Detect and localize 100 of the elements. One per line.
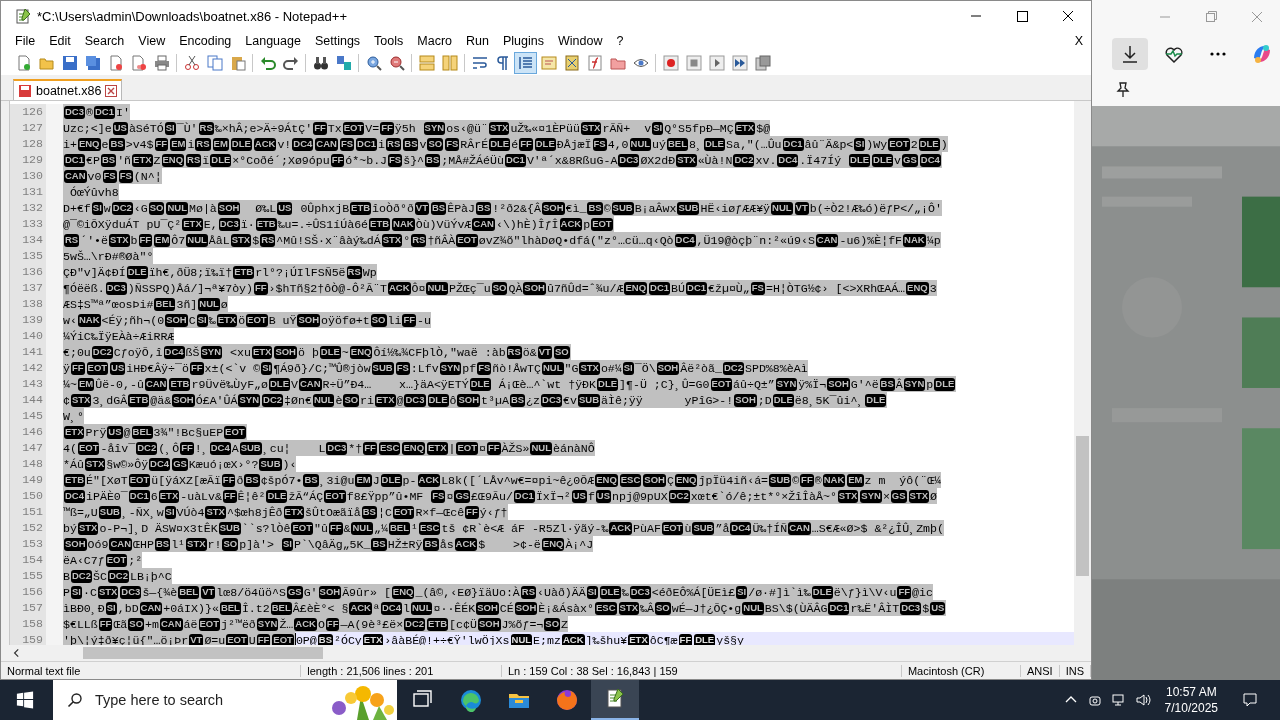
file-tab[interactable]: boatnet.x86 — [13, 79, 123, 100]
browser-icon[interactable] — [555, 688, 579, 712]
code-text: ;MÅ#ŽÁéÜù — [441, 153, 504, 167]
save-macro-icon[interactable] — [754, 55, 771, 71]
browser-icon[interactable] — [459, 688, 483, 712]
code-text: 0ÛphxjB — [299, 201, 350, 215]
control-code: ESC — [595, 601, 617, 615]
control-code: EOT — [77, 441, 100, 455]
zoom-out-icon[interactable] — [388, 55, 405, 71]
control-code: SOH — [643, 473, 666, 487]
fast-forward-icon[interactable] — [731, 55, 748, 71]
control-code: DLE — [772, 393, 794, 407]
code-text: @ä& — [150, 393, 172, 407]
menu-item[interactable]: Plugins — [495, 34, 551, 48]
vertical-scrollbar[interactable] — [1074, 101, 1091, 645]
paste-icon[interactable] — [229, 55, 246, 71]
menu-item[interactable]: Tools — [367, 34, 411, 48]
control-code: DC4 — [777, 153, 799, 167]
stop-icon[interactable] — [685, 55, 702, 71]
code-text: © — [792, 473, 800, 487]
menu-item[interactable]: Language — [238, 34, 308, 48]
code-text: li — [387, 313, 402, 327]
menu-item[interactable]: File — [8, 34, 43, 48]
speaker-icon[interactable] — [1134, 692, 1151, 708]
control-code: DLE — [597, 377, 619, 391]
code-text: ® — [814, 473, 822, 487]
code-text: RÂrÉ — [460, 137, 489, 151]
indent-guide-icon[interactable] — [517, 55, 534, 71]
control-code: STX — [97, 585, 119, 599]
control-code: FF — [487, 441, 501, 455]
control-code: ESC — [378, 441, 401, 455]
control-code: GS — [890, 489, 907, 503]
close-document-button[interactable]: X — [1072, 34, 1085, 48]
pilcrow-icon[interactable] — [494, 55, 511, 71]
sync-vertical-icon[interactable] — [418, 55, 435, 71]
control-code: ACK — [561, 633, 585, 645]
control-code: DC3 — [218, 217, 240, 231]
code-text: ÿ%Ï¬ — [798, 377, 827, 391]
menu-item[interactable]: ? — [609, 34, 631, 48]
clock[interactable]: 10:57 AM 7/10/2025 — [1164, 684, 1218, 716]
code-text: =H¦ÒTG½¢› [<>XRhŒAÁ… — [765, 281, 906, 295]
save-all-icon[interactable] — [84, 55, 101, 71]
print-icon[interactable] — [153, 55, 170, 71]
sync-horizontal-icon[interactable] — [441, 55, 458, 71]
code-text: 0P@ — [295, 633, 317, 645]
play-icon[interactable] — [708, 55, 725, 71]
menu-item[interactable]: Encoding — [172, 34, 239, 48]
menu-item[interactable]: Edit — [42, 34, 78, 48]
control-code: RS — [260, 233, 276, 247]
line-number: 131 — [10, 184, 63, 200]
record-icon[interactable] — [662, 55, 679, 71]
scissors-icon[interactable] — [183, 55, 200, 71]
menu-item[interactable]: Search — [77, 34, 132, 48]
control-code: DC3 — [900, 601, 922, 615]
document-map-icon[interactable] — [563, 55, 580, 71]
control-code: ETX — [283, 505, 305, 519]
code-text: Á¡Œè…^`wt †ÿÐK — [497, 377, 597, 391]
notification-icon[interactable] — [1242, 692, 1258, 708]
binoculars-icon[interactable] — [312, 55, 329, 71]
redo-icon[interactable] — [282, 55, 299, 71]
code-text: È¡&Ásàx° — [538, 601, 594, 615]
close-icon[interactable] — [105, 84, 118, 97]
menu-item[interactable]: Run — [459, 34, 496, 48]
control-code: ETX — [734, 121, 756, 135]
copy-icon[interactable] — [206, 55, 223, 71]
control-code: BEL — [270, 601, 292, 615]
code-text: ]‰šhu¥ — [585, 633, 628, 645]
control-code: BS — [879, 377, 895, 391]
control-code: FS — [750, 281, 765, 295]
code-text: ® — [86, 105, 93, 119]
menu-item[interactable]: Settings — [307, 34, 368, 48]
control-code: DLE — [934, 377, 956, 391]
search-bar[interactable]: Type here to search — [53, 680, 397, 720]
close-all-icon[interactable] — [130, 55, 147, 71]
scrollbar-thumb[interactable] — [1076, 436, 1089, 576]
line-number: 134 — [10, 232, 63, 248]
menu-item[interactable]: View — [131, 34, 173, 48]
code-text: $ — [922, 601, 930, 615]
menu-item[interactable]: Macro — [410, 34, 460, 48]
word-wrap-icon[interactable] — [471, 55, 488, 71]
control-code: US — [930, 601, 946, 615]
scrollbar-thumb[interactable] — [83, 647, 323, 659]
save-icon[interactable] — [61, 55, 78, 71]
download-icon[interactable] — [1112, 38, 1148, 70]
network-icon[interactable] — [1110, 692, 1127, 708]
new-file-icon[interactable] — [15, 55, 32, 71]
control-code: SUB — [371, 361, 394, 375]
menu-item[interactable]: Window — [550, 34, 610, 48]
windows-logo-icon[interactable] — [16, 691, 34, 709]
search-input[interactable]: Type here to search — [95, 692, 315, 708]
control-code: SUB — [692, 521, 715, 535]
zoom-in-icon[interactable] — [365, 55, 382, 71]
control-code: FF — [98, 617, 113, 631]
code-text: ;² — [128, 553, 143, 567]
undo-icon[interactable] — [259, 55, 276, 71]
function-list-icon[interactable] — [586, 55, 603, 71]
code-text: 5wŠ…\rÐ#®Øà"° — [63, 249, 154, 263]
code-text: @ — [396, 393, 404, 407]
close-file-icon[interactable] — [107, 55, 124, 71]
replace-icon[interactable] — [335, 55, 352, 71]
